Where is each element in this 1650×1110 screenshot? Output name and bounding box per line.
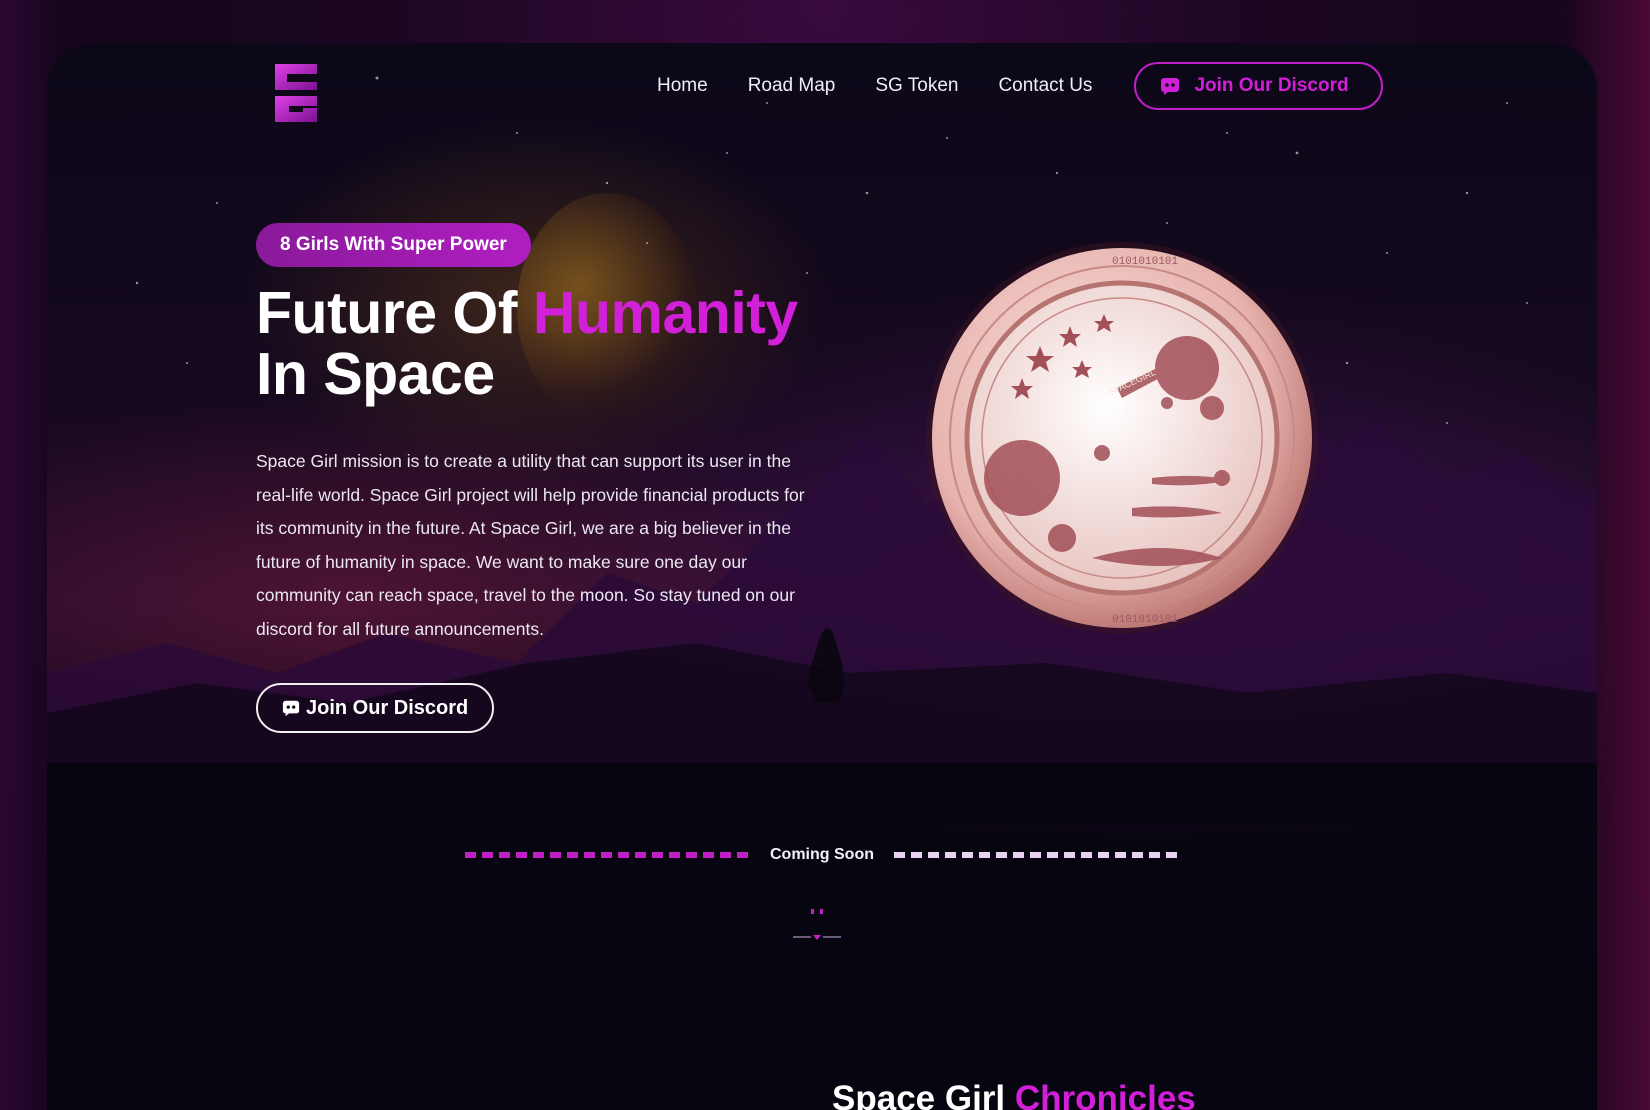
hero-discord-label: Join Our Discord <box>306 696 469 719</box>
chronicles-heading-accent: Chronicles <box>1014 1079 1196 1110</box>
hero-title-accent: Humanity <box>532 280 798 346</box>
nav-contact-us[interactable]: Contact Us <box>998 75 1092 97</box>
coming-soon-dash-left <box>465 852 750 858</box>
hero-title-part1: Future Of <box>256 280 533 346</box>
svg-text:0101010101: 0101010101 <box>1112 256 1178 268</box>
scroll-down-icon[interactable] <box>787 905 847 945</box>
coming-soon-divider: Coming Soon <box>47 846 1597 864</box>
nav-sg-token[interactable]: SG Token <box>875 75 958 97</box>
main-nav: Home Road Map SG Token Contact Us Join O… <box>657 61 1383 111</box>
logo-icon[interactable] <box>269 60 323 126</box>
coming-soon-label: Coming Soon <box>770 846 874 863</box>
hero-description: Space Girl mission is to create a utilit… <box>256 451 805 639</box>
hero-badge: 8 Girls With Super Power <box>256 223 531 267</box>
coin-emblem: SPACEGIRL 0101010101 0101010101 <box>926 242 1318 634</box>
hero-title: Future Of Humanity In Space <box>256 283 798 405</box>
nav-discord-button[interactable]: Join Our Discord <box>1134 62 1383 110</box>
coming-soon-dash-right <box>893 852 1179 858</box>
site-frame: Home Road Map SG Token Contact Us Join O… <box>47 43 1597 1110</box>
chronicles-heading-part1: Space Girl <box>832 1079 1015 1110</box>
hero-discord-button[interactable]: Join Our Discord <box>256 683 495 733</box>
chronicles-heading: Space Girl Chronicles <box>832 1079 1196 1110</box>
svg-text:0101010101: 0101010101 <box>1112 614 1178 626</box>
nav-home[interactable]: Home <box>657 75 708 97</box>
discord-icon <box>282 700 300 717</box>
nav-road-map[interactable]: Road Map <box>748 75 836 97</box>
hero-title-line2: In Space <box>256 341 495 407</box>
discord-icon <box>1161 78 1180 95</box>
nav-discord-label: Join Our Discord <box>1194 75 1349 96</box>
